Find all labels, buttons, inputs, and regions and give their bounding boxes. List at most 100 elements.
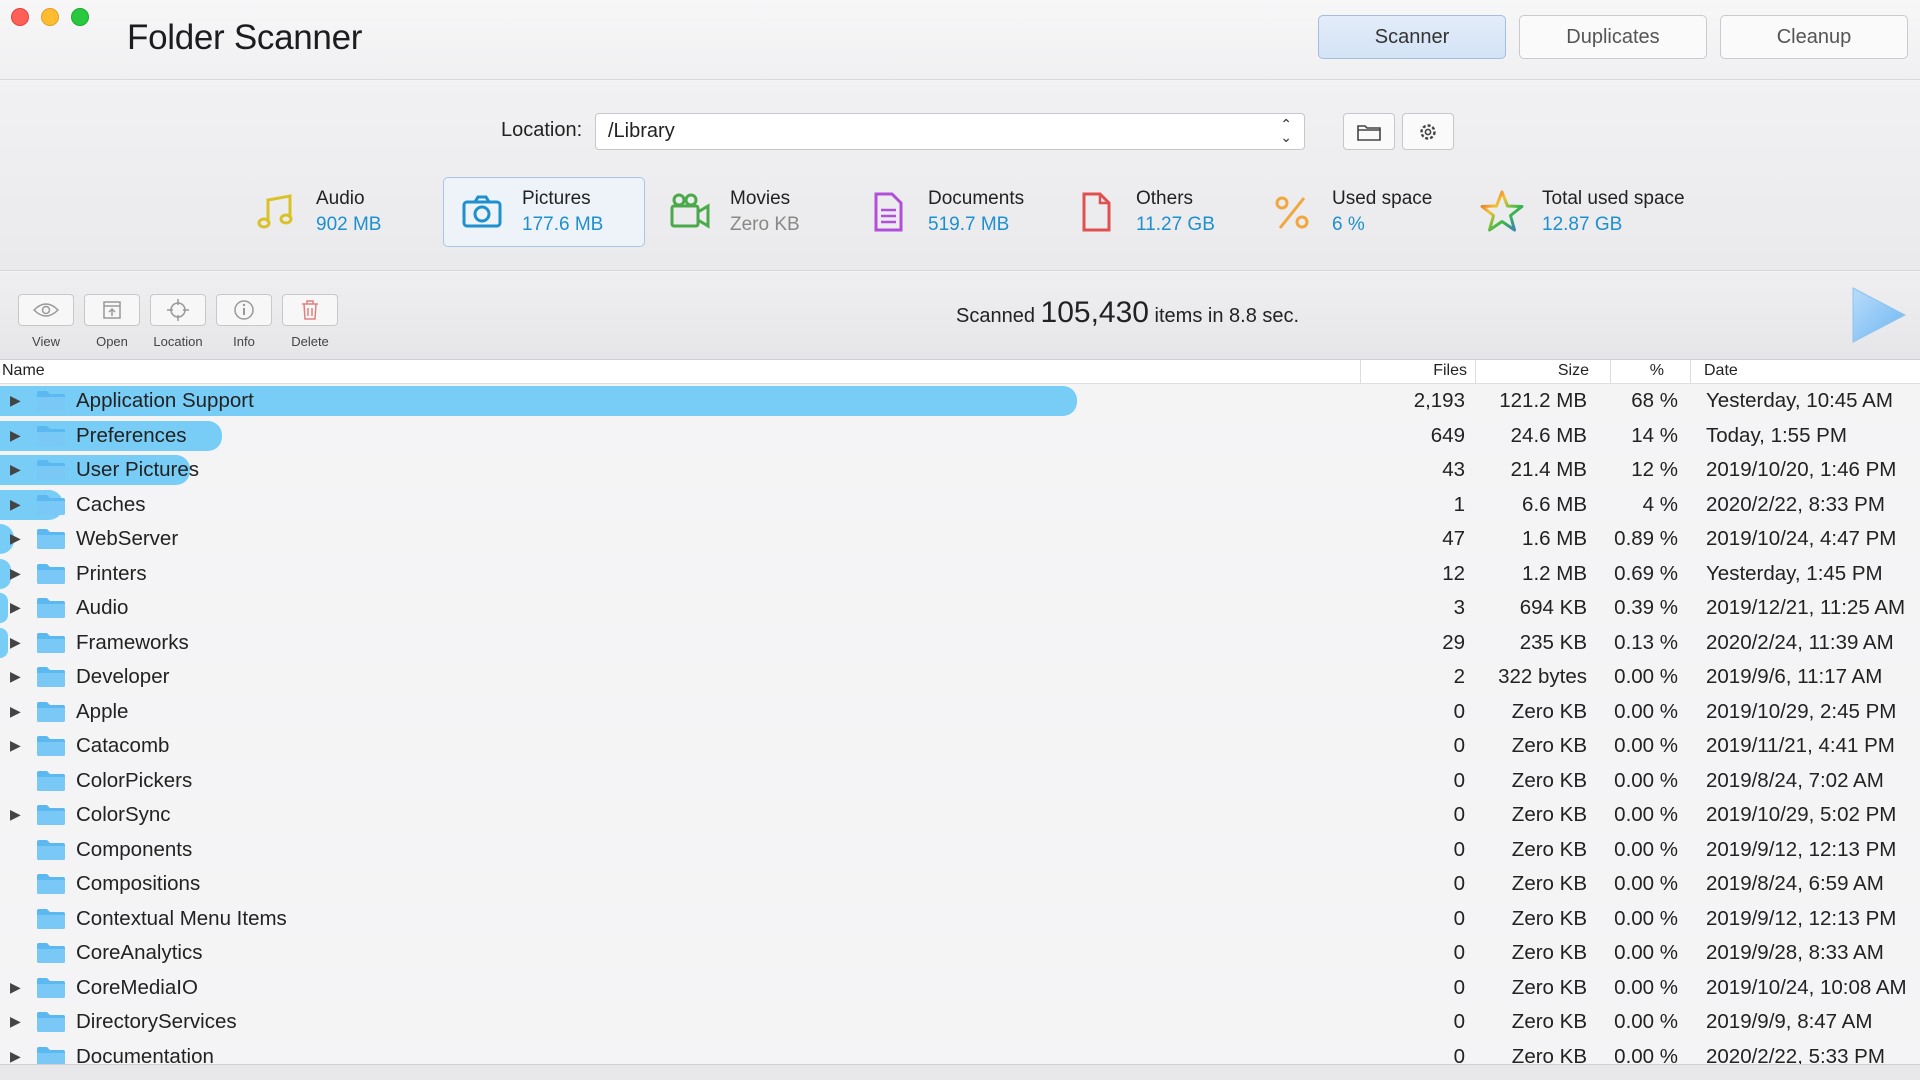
cleanup-tab-button[interactable]: Cleanup	[1720, 15, 1908, 59]
disclosure-triangle-icon[interactable]: ▶	[10, 737, 21, 754]
disclosure-triangle-icon[interactable]: ▶	[10, 1048, 21, 1065]
folder-name: Frameworks	[76, 630, 189, 654]
column-header-files[interactable]: Files	[1433, 362, 1467, 380]
disclosure-triangle-icon[interactable]: ▶	[10, 703, 21, 720]
scan-status: Scanned 105,430 items in 8.8 sec.	[956, 296, 1299, 330]
category-pictures[interactable]: Pictures 177.6 MB	[443, 177, 645, 247]
size-percent: 0.39 %	[1614, 596, 1678, 619]
file-icon	[1082, 192, 1111, 232]
disclosure-triangle-icon[interactable]: ▶	[10, 634, 21, 651]
folder-size: 24.6 MB	[1510, 423, 1587, 447]
folder-icon	[37, 563, 65, 584]
file-count: 0	[1453, 699, 1465, 723]
table-row[interactable]: ▶ Components 0 Zero KB 0.00 % 2019/9/12,…	[0, 832, 1920, 867]
duplicates-tab-button[interactable]: Duplicates	[1519, 15, 1707, 59]
disclosure-triangle-icon[interactable]: ▶	[10, 530, 21, 547]
disclosure-triangle-icon[interactable]: ▶	[10, 668, 21, 685]
folder-icon	[37, 632, 65, 653]
folder-icon	[37, 391, 65, 411]
disclosure-triangle-icon[interactable]: ▶	[10, 461, 21, 478]
settings-button[interactable]	[1402, 113, 1454, 150]
table-row[interactable]: ▶ WebServer 47 1.6 MB 0.89 % 2019/10/24,…	[0, 522, 1920, 557]
disclosure-triangle-icon[interactable]: ▶	[10, 979, 21, 996]
location-select[interactable]: /Library ⌃ ⌄	[595, 113, 1305, 150]
folder-size: 1.2 MB	[1522, 561, 1587, 585]
title-bar: Folder Scanner Scanner Duplicates Cleanu…	[0, 0, 1920, 80]
folder-size: 694 KB	[1519, 596, 1587, 619]
column-divider	[1610, 360, 1611, 384]
bottom-bar	[0, 1064, 1920, 1080]
folder-list: ▶ Application Support 2,193 121.2 MB 68 …	[0, 384, 1920, 1064]
open-button[interactable]: Open	[83, 294, 141, 349]
disclosure-triangle-icon[interactable]: ▶	[10, 496, 21, 513]
table-row[interactable]: ▶ Apple 0 Zero KB 0.00 % 2019/10/29, 2:4…	[0, 694, 1920, 729]
table-row[interactable]: ▶ Documentation 0 Zero KB 0.00 % 2020/2/…	[0, 1039, 1920, 1065]
scanner-tab-button[interactable]: Scanner	[1318, 15, 1506, 59]
location-button[interactable]: Location	[149, 294, 207, 349]
file-count: 29	[1442, 630, 1465, 654]
folder-name: Catacomb	[76, 734, 170, 757]
folder-name: CoreMediaIO	[76, 975, 198, 999]
column-header-date[interactable]: Date	[1704, 362, 1738, 380]
column-header-name[interactable]: Name	[2, 362, 45, 380]
category-movies[interactable]: Movies Zero KB	[664, 177, 800, 247]
disclosure-triangle-icon[interactable]: ▶	[10, 1013, 21, 1030]
zoom-window-button[interactable]	[71, 8, 89, 26]
table-row[interactable]: ▶ Frameworks 29 235 KB 0.13 % 2020/2/24,…	[0, 625, 1920, 660]
folder-icon	[37, 598, 65, 618]
choose-folder-button[interactable]	[1343, 113, 1395, 150]
category-audio[interactable]: Audio 902 MB	[250, 177, 381, 247]
table-row[interactable]: ▶ CoreMediaIO 0 Zero KB 0.00 % 2019/10/2…	[0, 970, 1920, 1005]
table-row[interactable]: ▶ Application Support 2,193 121.2 MB 68 …	[0, 384, 1920, 419]
table-row[interactable]: ▶ ColorPickers 0 Zero KB 0.00 % 2019/8/2…	[0, 763, 1920, 798]
start-scan-button[interactable]	[1850, 286, 1908, 349]
disclosure-triangle-icon[interactable]: ▶	[10, 565, 21, 582]
column-header-percent[interactable]: %	[1650, 362, 1664, 380]
table-row[interactable]: ▶ CoreAnalytics 0 Zero KB 0.00 % 2019/9/…	[0, 936, 1920, 971]
table-row[interactable]: ▶ Catacomb 0 Zero KB 0.00 % 2019/11/21, …	[0, 729, 1920, 764]
folder-icon	[37, 874, 65, 894]
folder-name: Audio	[76, 596, 129, 619]
table-row[interactable]: ▶ Developer 2 322 bytes 0.00 % 2019/9/6,…	[0, 660, 1920, 695]
disclosure-triangle-icon[interactable]: ▶	[10, 599, 21, 616]
modified-date: 2019/8/24, 6:59 AM	[1706, 872, 1884, 895]
view-button[interactable]: View	[17, 294, 75, 349]
category-others[interactable]: Others 11.27 GB	[1070, 177, 1215, 247]
table-row[interactable]: ▶ Audio 3 694 KB 0.39 % 2019/12/21, 11:2…	[0, 591, 1920, 626]
column-header-size[interactable]: Size	[1558, 362, 1589, 380]
play-icon	[1852, 287, 1907, 343]
table-row[interactable]: ▶ ColorSync 0 Zero KB 0.00 % 2019/10/29,…	[0, 798, 1920, 833]
table-row[interactable]: ▶ DirectoryServices 0 Zero KB 0.00 % 201…	[0, 1005, 1920, 1040]
disclosure-triangle-icon[interactable]: ▶	[10, 392, 21, 409]
info-button[interactable]: Info	[215, 294, 273, 349]
location-label-btn: Location	[153, 334, 203, 349]
category-used-space[interactable]: Used space 6 %	[1266, 177, 1432, 247]
file-count: 2	[1453, 665, 1465, 688]
folder-size: Zero KB	[1511, 872, 1587, 895]
table-row[interactable]: ▶ Compositions 0 Zero KB 0.00 % 2019/8/2…	[0, 867, 1920, 902]
category-name: Pictures	[522, 188, 591, 209]
location-value: /Library	[608, 120, 675, 142]
size-percent: 0.13 %	[1614, 630, 1678, 654]
table-row[interactable]: ▶ Printers 12 1.2 MB 0.69 % Yesterday, 1…	[0, 556, 1920, 591]
table-row[interactable]: ▶ Preferences 649 24.6 MB 14 % Today, 1:…	[0, 418, 1920, 453]
table-row[interactable]: ▶ User Pictures 43 21.4 MB 12 % 2019/10/…	[0, 453, 1920, 488]
folder-icon	[1357, 124, 1381, 141]
modified-date: 2019/8/24, 7:02 AM	[1706, 768, 1884, 792]
document-icon	[874, 192, 903, 232]
close-window-button[interactable]	[11, 8, 29, 26]
folder-icon	[37, 977, 65, 998]
scan-item-count: 105,430	[1040, 296, 1149, 329]
folder-size: Zero KB	[1511, 975, 1587, 999]
disclosure-triangle-icon[interactable]: ▶	[10, 806, 21, 823]
folder-icon	[37, 494, 65, 515]
delete-button[interactable]: Delete	[281, 294, 339, 349]
category-documents[interactable]: Documents 519.7 MB	[862, 177, 1024, 247]
table-row[interactable]: ▶ Caches 1 6.6 MB 4 % 2020/2/22, 8:33 PM	[0, 487, 1920, 522]
category-total-used-space[interactable]: Total used space 12.87 GB	[1476, 177, 1685, 247]
minimize-window-button[interactable]	[41, 8, 59, 26]
location-panel: Location: /Library ⌃ ⌄ Audio 902 MB Pictur…	[0, 81, 1920, 271]
table-row[interactable]: ▶ Contextual Menu Items 0 Zero KB 0.00 %…	[0, 901, 1920, 936]
column-divider	[1690, 360, 1691, 384]
disclosure-triangle-icon[interactable]: ▶	[10, 427, 21, 444]
